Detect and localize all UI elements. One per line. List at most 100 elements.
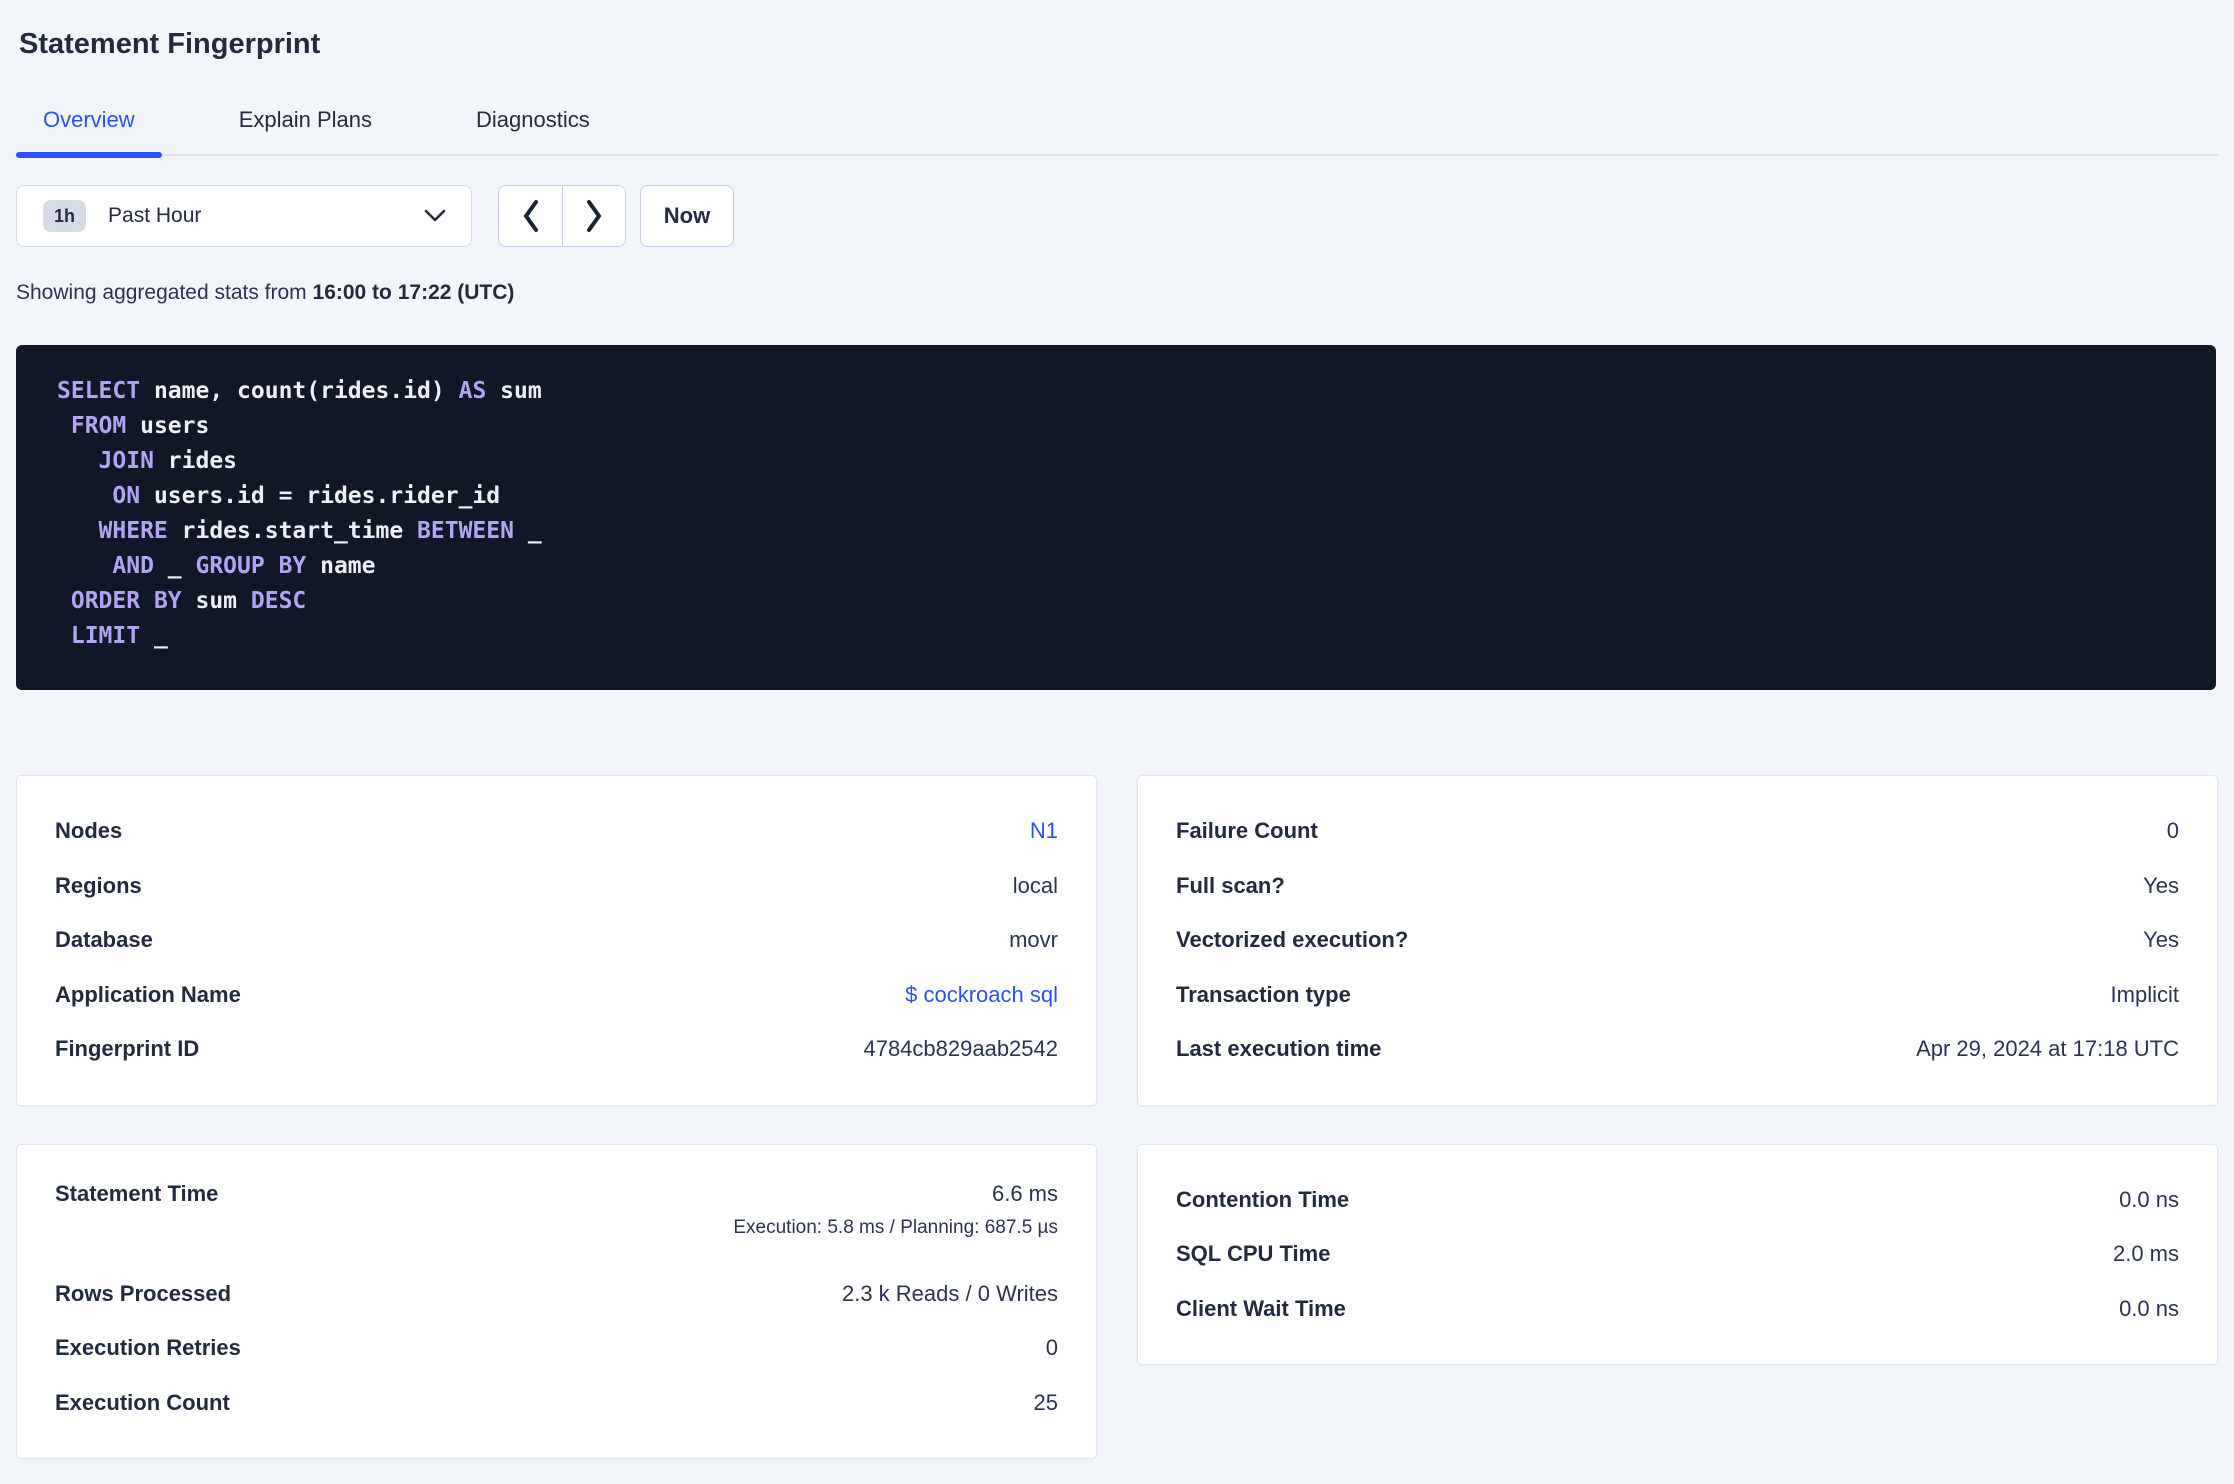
- row-value: Yes: [2143, 871, 2179, 901]
- previous-interval-button[interactable]: [499, 186, 562, 246]
- card-row: Rows Processed 2.3 k Reads / 0 Writes: [55, 1267, 1058, 1322]
- row-value: 2.3 k Reads / 0 Writes: [842, 1279, 1058, 1309]
- sql-line: ON users.id = rides.rider_id: [112, 483, 501, 509]
- row-label: Fingerprint ID: [55, 1036, 200, 1062]
- stats-time-range: 16:00 to 17:22 (UTC): [312, 281, 515, 304]
- row-label: Full scan?: [1176, 872, 1285, 898]
- sql-line: JOIN rides: [98, 448, 238, 474]
- execution-attributes-card: Failure Count 0 Full scan? Yes Vectorized ex…: [1137, 775, 2218, 1106]
- row-label: Application Name: [55, 981, 241, 1007]
- chevron-down-icon: [423, 208, 447, 224]
- statement-timing-card: Statement Time 6.6 ms Execution: 5.8 ms / …: [16, 1143, 1097, 1459]
- row-value-text: 0.0 ns: [2119, 1186, 2179, 1212]
- row-value: 0.0 ns: [2119, 1294, 2179, 1324]
- card-row: Vectorized execution? Yes: [1176, 913, 2179, 968]
- stats-text-prefix: Showing aggregated stats from: [16, 281, 313, 304]
- row-value: Implicit: [2111, 980, 2179, 1010]
- chevron-left-icon: [521, 198, 541, 234]
- card-row: Database movr: [55, 913, 1058, 968]
- timing-cards-row: Statement Time 6.6 ms Execution: 5.8 ms / …: [16, 1143, 2218, 1459]
- chevron-right-icon: [584, 198, 604, 234]
- card-row: Application Name $ cockroach sql: [55, 968, 1058, 1023]
- row-value: Apr 29, 2024 at 17:18 UTC: [1916, 1034, 2179, 1064]
- row-value-text: local: [1012, 872, 1058, 898]
- row-label: Execution Retries: [55, 1335, 241, 1361]
- row-value-text: 0.0 ns: [2119, 1295, 2179, 1321]
- sql-line: FROM users: [70, 413, 210, 439]
- card-row: Transaction type Implicit: [1176, 968, 2179, 1023]
- interval-arrow-group: [498, 185, 626, 247]
- row-value: movr: [1009, 925, 1058, 955]
- card-row: Execution Count 25: [55, 1376, 1058, 1431]
- row-value-text: 0: [2166, 818, 2179, 844]
- row-label: Vectorized execution?: [1176, 927, 1409, 953]
- row-value-text: 6.6 ms: [991, 1180, 1058, 1206]
- row-label: Nodes: [55, 818, 123, 844]
- row-value: $ cockroach sql: [905, 980, 1058, 1010]
- row-label: Regions: [55, 872, 142, 898]
- card-row: Last execution time Apr 29, 2024 at 17:18…: [1176, 1022, 2179, 1077]
- row-value-link[interactable]: N1: [1030, 818, 1058, 843]
- card-row: Fingerprint ID 4784cb829aab2542: [55, 1022, 1058, 1077]
- row-value-text: 25: [1033, 1389, 1058, 1415]
- tab-overview[interactable]: Overview: [16, 109, 162, 158]
- card-row: SQL CPU Time 2.0 ms: [1176, 1227, 2179, 1282]
- now-button[interactable]: Now: [640, 185, 734, 247]
- row-value-text: 2.3 k Reads / 0 Writes: [841, 1280, 1058, 1306]
- sql-line: WHERE rides.start_time BETWEEN _: [98, 518, 542, 544]
- row-value-text: Apr 29, 2024 at 17:18 UTC: [1916, 1036, 2179, 1062]
- card-row: Failure Count 0: [1176, 804, 2179, 859]
- row-value: 0: [1046, 1333, 1058, 1363]
- tab-bar: Overview Explain Plans Diagnostics: [16, 102, 2218, 158]
- statement-details-card: Nodes N1 Regions local Database movr Applicati…: [16, 775, 1097, 1106]
- row-label: Client Wait Time: [1176, 1295, 1346, 1321]
- sql-line: LIMIT _: [70, 623, 168, 649]
- row-value: Yes: [2143, 925, 2179, 955]
- sql-line: ORDER BY sum DESC: [70, 588, 307, 614]
- row-value: 2.0 ms: [2113, 1239, 2179, 1269]
- row-value: 25: [1034, 1388, 1058, 1418]
- row-value-text: 2.0 ms: [2112, 1241, 2179, 1267]
- row-value-text: movr: [1009, 927, 1058, 953]
- aggregated-stats-text: Showing aggregated stats from 16:00 to 1…: [16, 280, 2218, 306]
- row-value: local: [1013, 871, 1058, 901]
- wait-timing-card: Contention Time 0.0 ns SQL CPU Time 2.0 ms C…: [1137, 1143, 2218, 1365]
- time-interval-label: Past Hour: [108, 204, 202, 227]
- row-value: 0: [2167, 816, 2179, 846]
- row-subvalue: Execution: 5.8 ms / Planning: 687.5 µs: [733, 1216, 1058, 1238]
- statement-fingerprint-page: Statement Fingerprint Overview Explain P…: [0, 26, 2234, 1459]
- row-value-text: Yes: [2143, 927, 2179, 953]
- card-row: Statement Time 6.6 ms Execution: 5.8 ms / …: [55, 1173, 1058, 1267]
- row-value-link[interactable]: $ cockroach sql: [905, 982, 1058, 1007]
- card-row: Full scan? Yes: [1176, 859, 2179, 914]
- row-value: 0.0 ns: [2119, 1185, 2179, 1215]
- row-label: Transaction type: [1176, 981, 1351, 1007]
- card-row: Contention Time 0.0 ns: [1176, 1173, 2179, 1228]
- sql-statement-box: SELECT name, count(rides.id) AS sum FROM…: [16, 345, 2216, 690]
- card-row: Nodes N1: [55, 804, 1058, 859]
- row-label: Execution Count: [55, 1389, 230, 1415]
- card-row: Regions local: [55, 859, 1058, 914]
- page-title: Statement Fingerprint: [19, 28, 321, 60]
- row-value: 4784cb829aab2542: [863, 1034, 1058, 1064]
- row-label: Failure Count: [1176, 818, 1318, 844]
- tab-diagnostics[interactable]: Diagnostics: [449, 109, 617, 154]
- sql-line: SELECT name, count(rides.id) AS sum: [57, 378, 542, 404]
- row-label: Database: [55, 927, 153, 953]
- tab-explain-plans[interactable]: Explain Plans: [212, 109, 399, 154]
- card-row: Client Wait Time 0.0 ns: [1176, 1282, 2179, 1337]
- row-value-text: Implicit: [2110, 981, 2179, 1007]
- row-value: 6.6 ms Execution: 5.8 ms / Planning: 687.…: [733, 1179, 1058, 1241]
- details-cards-row: Nodes N1 Regions local Database movr Applicati…: [16, 775, 2218, 1106]
- card-row: Execution Retries 0: [55, 1321, 1058, 1376]
- time-interval-dropdown[interactable]: 1h Past Hour: [16, 185, 472, 247]
- row-value: N1: [1030, 816, 1058, 846]
- row-label: SQL CPU Time: [1176, 1241, 1331, 1267]
- row-label: Contention Time: [1176, 1186, 1350, 1212]
- row-value-text: 0: [1045, 1335, 1058, 1361]
- next-interval-button[interactable]: [562, 186, 625, 246]
- row-label: Statement Time: [55, 1180, 219, 1206]
- sql-line: AND _ GROUP BY name: [112, 553, 376, 579]
- interval-badge: 1h: [43, 200, 87, 232]
- time-controls: 1h Past Hour Now: [16, 185, 2218, 247]
